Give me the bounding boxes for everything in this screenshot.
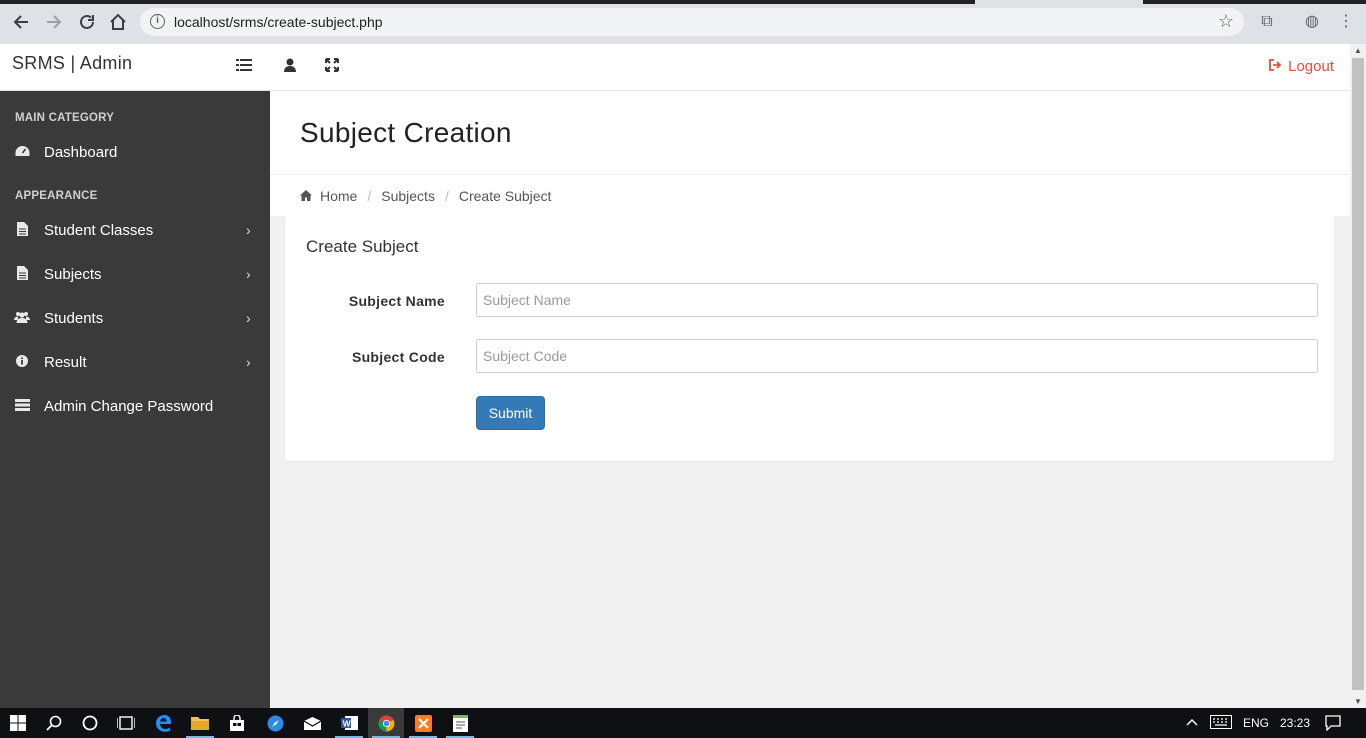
- store-icon[interactable]: [219, 708, 255, 738]
- address-url[interactable]: localhost/srms/create-subject.php: [174, 14, 383, 30]
- back-icon[interactable]: [9, 10, 33, 34]
- file-icon: [14, 265, 30, 283]
- keyboard-icon[interactable]: [1210, 715, 1232, 732]
- xampp-icon[interactable]: [405, 708, 441, 738]
- breadcrumb-home[interactable]: Home: [320, 188, 357, 204]
- sidebar-item-label: Dashboard: [44, 143, 118, 161]
- reload-icon[interactable]: [75, 10, 99, 34]
- browser-tab-strip: [0, 0, 1366, 4]
- sidebar-category-appearance: APPEARANCE: [15, 190, 98, 202]
- users-icon: [14, 311, 30, 326]
- sidebar-item-student-classes[interactable]: Student Classes ›: [0, 210, 270, 250]
- mail-icon[interactable]: [294, 708, 330, 738]
- search-icon[interactable]: [36, 708, 72, 738]
- brand-title[interactable]: SRMS | Admin: [12, 53, 132, 74]
- logout-label: Logout: [1288, 58, 1334, 75]
- submit-button[interactable]: Submit: [476, 396, 545, 430]
- server-icon: [14, 398, 30, 414]
- windows-start-icon[interactable]: [0, 708, 36, 738]
- chevron-right-icon: ›: [246, 266, 251, 282]
- info-icon: [14, 354, 30, 370]
- edge-icon[interactable]: [146, 708, 182, 738]
- notifications-icon[interactable]: [1325, 715, 1341, 734]
- page-scrollbar[interactable]: ▲ ▼: [1350, 44, 1366, 708]
- task-view-icon[interactable]: [108, 708, 144, 738]
- os-taskbar: W ENG 23:23: [0, 708, 1366, 738]
- address-bar[interactable]: i localhost/srms/create-subject.php ☆: [140, 8, 1244, 36]
- extension-icon[interactable]: ⧉: [1255, 10, 1279, 34]
- sidebar-item-dashboard[interactable]: Dashboard: [0, 132, 270, 172]
- sidebar-item-label: Result: [44, 353, 87, 371]
- logout-button[interactable]: Logout: [1269, 58, 1334, 75]
- cortana-icon[interactable]: [72, 708, 108, 738]
- sidebar-item-admin-change-password[interactable]: Admin Change Password: [0, 386, 270, 426]
- forward-icon[interactable]: [42, 10, 66, 34]
- subject-code-label: Subject Code: [351, 349, 445, 365]
- sidebar-item-result[interactable]: Result ›: [0, 342, 270, 382]
- sidebar-category-main: MAIN CATEGORY: [15, 112, 115, 124]
- scroll-down-icon[interactable]: ▼: [1353, 697, 1363, 706]
- page-header: Subject Creation: [270, 91, 1350, 175]
- file-explorer-icon[interactable]: [182, 708, 218, 738]
- breadcrumb-separator: /: [444, 187, 449, 204]
- menu-toggle-icon[interactable]: [234, 58, 254, 78]
- word-icon[interactable]: W: [331, 708, 367, 738]
- page-viewport: SRMS | Admin Logout MAIN CATEGORY Dashbo…: [0, 44, 1350, 708]
- home-icon: [300, 188, 312, 204]
- sidebar-item-subjects[interactable]: Subjects ›: [0, 254, 270, 294]
- safari-icon[interactable]: [257, 708, 293, 738]
- profile-avatar[interactable]: ◍: [1300, 10, 1324, 34]
- site-info-icon[interactable]: i: [150, 14, 165, 29]
- fullscreen-icon[interactable]: [322, 58, 342, 78]
- user-icon[interactable]: [280, 58, 300, 78]
- panel-title: Create Subject: [306, 237, 419, 256]
- breadcrumb-subjects[interactable]: Subjects: [381, 188, 435, 204]
- sidebar-item-label: Subjects: [44, 265, 102, 283]
- browser-toolbar: i localhost/srms/create-subject.php ☆ ⧉ …: [0, 0, 1366, 44]
- file-icon: [14, 221, 30, 239]
- chevron-right-icon: ›: [246, 222, 251, 238]
- breadcrumb-current: Create Subject: [458, 187, 552, 204]
- chevron-right-icon: ›: [246, 354, 251, 370]
- breadcrumb-separator: /: [367, 187, 372, 204]
- sidebar: MAIN CATEGORY Dashboard APPEARANCE Stude…: [0, 91, 270, 708]
- dashboard-icon: [14, 145, 30, 160]
- bookmark-star-icon[interactable]: ☆: [1218, 11, 1234, 32]
- browser-menu-icon[interactable]: ⋮: [1334, 10, 1358, 34]
- subject-name-label: Subject Name: [348, 293, 445, 309]
- sidebar-item-label: Admin Change Password: [44, 397, 214, 415]
- sign-out-icon: [1269, 58, 1282, 75]
- browser-tab[interactable]: [975, 0, 1143, 4]
- create-subject-panel: Create Subject Subject Name Subject Code…: [285, 216, 1334, 461]
- scrollbar-thumb[interactable]: [1352, 58, 1364, 690]
- subject-name-input[interactable]: [476, 283, 1318, 317]
- language-indicator[interactable]: ENG: [1243, 716, 1269, 730]
- sidebar-item-students[interactable]: Students ›: [0, 298, 270, 338]
- top-navbar: SRMS | Admin Logout: [0, 44, 1350, 91]
- sidebar-item-label: Student Classes: [44, 221, 154, 239]
- subject-code-input[interactable]: [476, 339, 1318, 373]
- home-icon[interactable]: [106, 10, 130, 34]
- svg-text:W: W: [342, 719, 351, 729]
- notepad-icon[interactable]: [442, 708, 478, 738]
- tray-chevron-up-icon[interactable]: [1186, 716, 1198, 730]
- sidebar-item-label: Students: [44, 309, 104, 327]
- chrome-icon[interactable]: [368, 708, 404, 738]
- breadcrumb: Home / Subjects / Create Subject: [270, 175, 1350, 216]
- chevron-right-icon: ›: [246, 310, 251, 326]
- page-title: Subject Creation: [300, 117, 512, 148]
- clock[interactable]: 23:23: [1280, 716, 1310, 730]
- scroll-up-icon[interactable]: ▲: [1353, 46, 1363, 55]
